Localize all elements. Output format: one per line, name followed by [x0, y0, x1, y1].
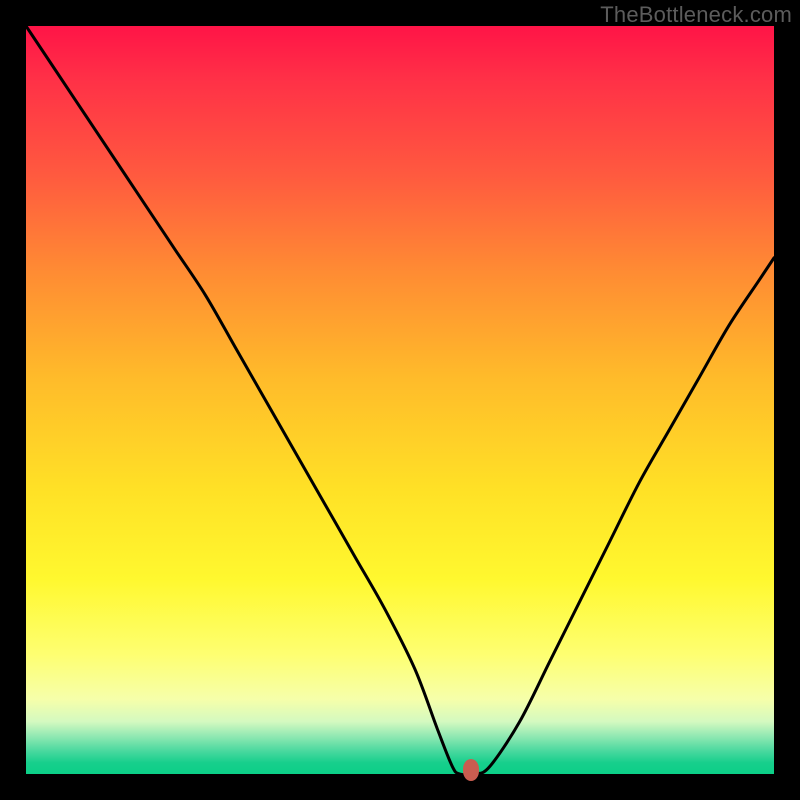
minimum-marker: [463, 759, 479, 781]
curve-svg: [26, 26, 774, 774]
chart-frame: TheBottleneck.com: [0, 0, 800, 800]
plot-area: [26, 26, 774, 774]
watermark-text: TheBottleneck.com: [600, 2, 792, 28]
bottleneck-curve-path: [26, 26, 774, 775]
